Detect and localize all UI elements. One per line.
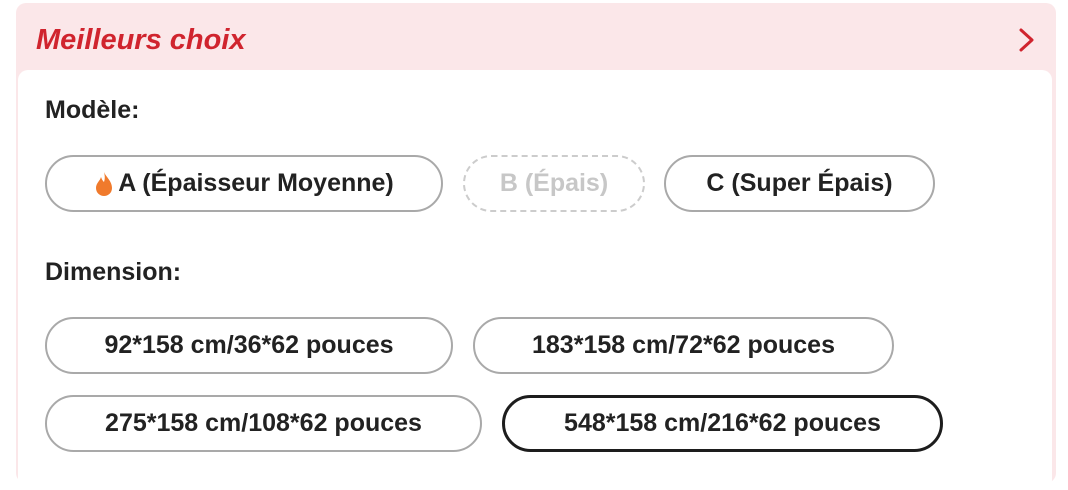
model-option-b[interactable]: B (Épais) [463, 155, 645, 212]
best-choices-header[interactable]: Meilleurs choix [16, 3, 1056, 73]
dimension-option-92[interactable]: 92*158 cm/36*62 pouces [45, 317, 453, 374]
model-label: Modèle: [45, 96, 140, 124]
dimension-option-label: 275*158 cm/108*62 pouces [105, 409, 422, 437]
header-title: Meilleurs choix [36, 24, 246, 56]
dimension-option-label: 548*158 cm/216*62 pouces [564, 409, 881, 437]
dimension-option-275[interactable]: 275*158 cm/108*62 pouces [45, 395, 482, 452]
model-option-a-label: A (Épaisseur Moyenne) [118, 169, 394, 197]
dimension-option-label: 183*158 cm/72*62 pouces [532, 331, 835, 359]
fire-icon [96, 171, 113, 196]
dimension-label: Dimension: [45, 258, 182, 286]
model-option-b-label: B (Épais) [499, 169, 609, 197]
dimension-option-548[interactable]: 548*158 cm/216*62 pouces [502, 395, 943, 452]
model-option-c[interactable]: C (Super Épais) [664, 155, 935, 212]
dimension-option-183[interactable]: 183*158 cm/72*62 pouces [473, 317, 894, 374]
dimension-option-label: 92*158 cm/36*62 pouces [104, 331, 394, 359]
options-card: Modèle: A (Épaisseur Moyenne) B (Épais) … [18, 70, 1052, 490]
chevron-right-icon[interactable] [1016, 23, 1038, 57]
model-option-c-label: C (Super Épais) [706, 169, 893, 197]
model-option-a[interactable]: A (Épaisseur Moyenne) [45, 155, 443, 212]
best-choices-panel: Meilleurs choix Modèle: A (Épaisseur Moy… [16, 3, 1056, 490]
